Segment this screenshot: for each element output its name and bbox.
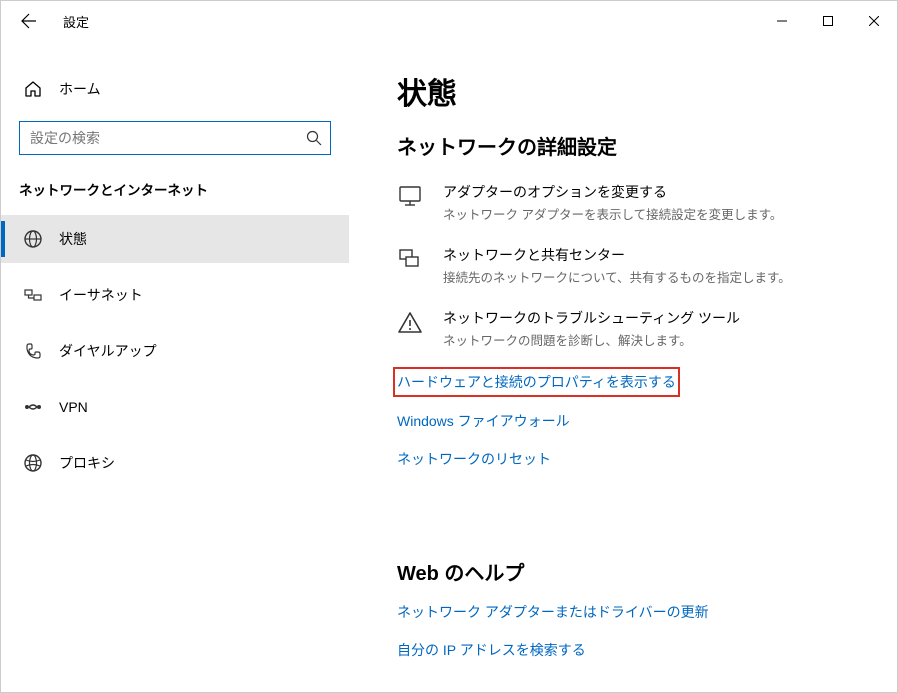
section-heading-advanced: ネットワークの詳細設定 xyxy=(397,131,867,160)
link-find-ip[interactable]: 自分の IP アドレスを検索する xyxy=(397,640,586,660)
sidebar-item-label: ダイヤルアップ xyxy=(59,341,157,361)
option-adapter[interactable]: アダプターのオプションを変更する ネットワーク アダプターを表示して接続設定を変… xyxy=(397,182,867,223)
home-button[interactable]: ホーム xyxy=(1,71,349,107)
option-title: ネットワークと共有センター xyxy=(443,245,791,265)
sidebar-item-ethernet[interactable]: イーサネット xyxy=(1,271,349,319)
main-content: 状態 ネットワークの詳細設定 アダプターのオプションを変更する ネットワーク ア… xyxy=(349,41,897,692)
window-title: 設定 xyxy=(63,12,89,31)
sidebar-item-label: VPN xyxy=(59,399,88,415)
option-desc: ネットワークの問題を診断し、解決します。 xyxy=(443,330,740,349)
close-button[interactable] xyxy=(851,5,897,37)
page-title: 状態 xyxy=(397,69,867,113)
sidebar-item-label: 状態 xyxy=(59,229,87,249)
link-network-reset[interactable]: ネットワークのリセット xyxy=(397,449,551,469)
option-desc: 接続先のネットワークについて、共有するものを指定します。 xyxy=(443,267,791,286)
link-firewall[interactable]: Windows ファイアウォール xyxy=(397,411,570,431)
back-button[interactable] xyxy=(15,7,43,35)
link-hardware-properties[interactable]: ハードウェアと接続のプロパティを表示する xyxy=(397,371,676,393)
maximize-icon xyxy=(823,16,833,26)
section-heading-web-help: Web のヘルプ xyxy=(397,557,867,586)
category-label: ネットワークとインターネット xyxy=(1,179,349,215)
option-title: アダプターのオプションを変更する xyxy=(443,182,782,202)
search-icon xyxy=(306,130,322,146)
proxy-icon xyxy=(23,453,43,473)
adapter-icon xyxy=(397,184,425,212)
back-arrow-icon xyxy=(21,13,37,29)
link-update-adapter[interactable]: ネットワーク アダプターまたはドライバーの更新 xyxy=(397,602,709,622)
sharing-icon xyxy=(397,247,425,275)
sidebar-item-label: プロキシ xyxy=(59,453,115,473)
troubleshoot-icon xyxy=(397,310,425,338)
close-icon xyxy=(869,16,879,26)
sidebar-item-proxy[interactable]: プロキシ xyxy=(1,439,349,487)
sidebar-item-status[interactable]: 状態 xyxy=(1,215,349,263)
status-icon xyxy=(23,229,43,249)
sidebar-item-vpn[interactable]: VPN xyxy=(1,383,349,431)
minimize-button[interactable] xyxy=(759,5,805,37)
minimize-icon xyxy=(777,16,787,26)
window-controls xyxy=(759,5,897,37)
sidebar: ホーム ネットワークとインターネット 状態 イーサネット ダイヤルアップ xyxy=(1,41,349,692)
option-sharing[interactable]: ネットワークと共有センター 接続先のネットワークについて、共有するものを指定しま… xyxy=(397,245,867,286)
dialup-icon xyxy=(23,341,43,361)
option-title: ネットワークのトラブルシューティング ツール xyxy=(443,308,740,328)
search-input[interactable] xyxy=(30,130,306,146)
search-box[interactable] xyxy=(19,121,331,155)
home-icon xyxy=(23,79,43,99)
option-desc: ネットワーク アダプターを表示して接続設定を変更します。 xyxy=(443,204,782,223)
maximize-button[interactable] xyxy=(805,5,851,37)
sidebar-item-label: イーサネット xyxy=(59,285,143,305)
sidebar-item-dialup[interactable]: ダイヤルアップ xyxy=(1,327,349,375)
titlebar: 設定 xyxy=(1,1,897,41)
option-troubleshoot[interactable]: ネットワークのトラブルシューティング ツール ネットワークの問題を診断し、解決し… xyxy=(397,308,867,349)
ethernet-icon xyxy=(23,285,43,305)
vpn-icon xyxy=(23,397,43,417)
home-label: ホーム xyxy=(59,79,101,99)
